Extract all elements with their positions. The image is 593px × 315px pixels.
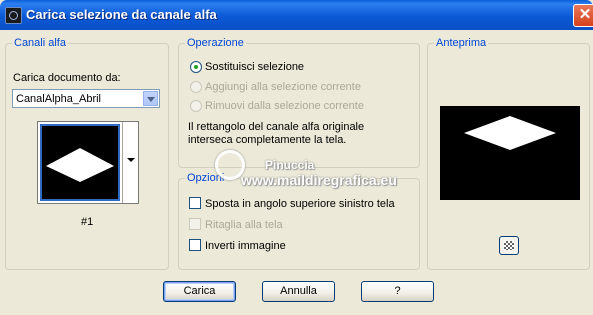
- invert-image-label[interactable]: Inverti immagine: [205, 240, 286, 252]
- checkbox-invert-image[interactable]: [189, 239, 201, 251]
- document-select-value: CanalAlpha_Abril: [16, 93, 101, 105]
- operation-info-line1: Il rettangolo del canale alfa originale: [188, 121, 365, 133]
- document-select[interactable]: CanalAlpha_Abril: [12, 89, 160, 108]
- radio-remove-selection[interactable]: [190, 100, 202, 112]
- operation-label: Operazione: [185, 37, 246, 49]
- preview-canvas: [440, 106, 580, 200]
- close-button[interactable]: ✕: [573, 4, 593, 27]
- load-document-label: Carica documento da:: [13, 72, 121, 84]
- remove-selection-label[interactable]: Rimuovi dalla selezione corrente: [205, 100, 364, 112]
- alpha-channels-label: Canali alfa: [12, 37, 68, 49]
- chevron-down-icon[interactable]: [143, 91, 158, 106]
- help-button[interactable]: ?: [361, 281, 434, 302]
- load-button[interactable]: Carica: [163, 281, 236, 302]
- cancel-button[interactable]: Annulla: [262, 281, 335, 302]
- crop-to-canvas-label[interactable]: Ritaglia alla tela: [205, 219, 283, 231]
- app-icon: [5, 7, 22, 24]
- channel-thumbnail[interactable]: [40, 124, 120, 201]
- watermark-line2: www.maildiregrafica.eu: [241, 172, 397, 188]
- checkbox-crop-to-canvas[interactable]: [189, 218, 201, 230]
- watermark-line1: Pinuccia: [265, 158, 315, 172]
- window-title: Carica selezione da canale alfa: [26, 7, 217, 22]
- preview-diamond-shape: [464, 116, 556, 150]
- move-top-left-label[interactable]: Sposta in angolo superiore sinistro tela: [205, 198, 395, 210]
- radio-replace-selection[interactable]: [190, 61, 202, 73]
- checkerboard-icon: [504, 241, 514, 250]
- thumbnail-dropdown-arrow-icon[interactable]: [122, 122, 139, 203]
- replace-selection-label[interactable]: Sostituisci selezione: [205, 61, 304, 73]
- preview-label: Anteprima: [434, 37, 489, 49]
- diamond-shape: [46, 148, 114, 182]
- checkbox-move-top-left[interactable]: [189, 197, 201, 209]
- channel-caption: #1: [81, 216, 94, 228]
- operation-info-line2: interseca completamente la tela.: [188, 134, 347, 146]
- title-bar: Carica selezione da canale alfa ✕: [0, 0, 593, 30]
- add-selection-label[interactable]: Aggiungi alla selezione corrente: [205, 81, 361, 93]
- preview-toggle-button[interactable]: [499, 236, 519, 255]
- channel-thumbnail-picker[interactable]: [37, 121, 139, 204]
- radio-add-selection[interactable]: [190, 81, 202, 93]
